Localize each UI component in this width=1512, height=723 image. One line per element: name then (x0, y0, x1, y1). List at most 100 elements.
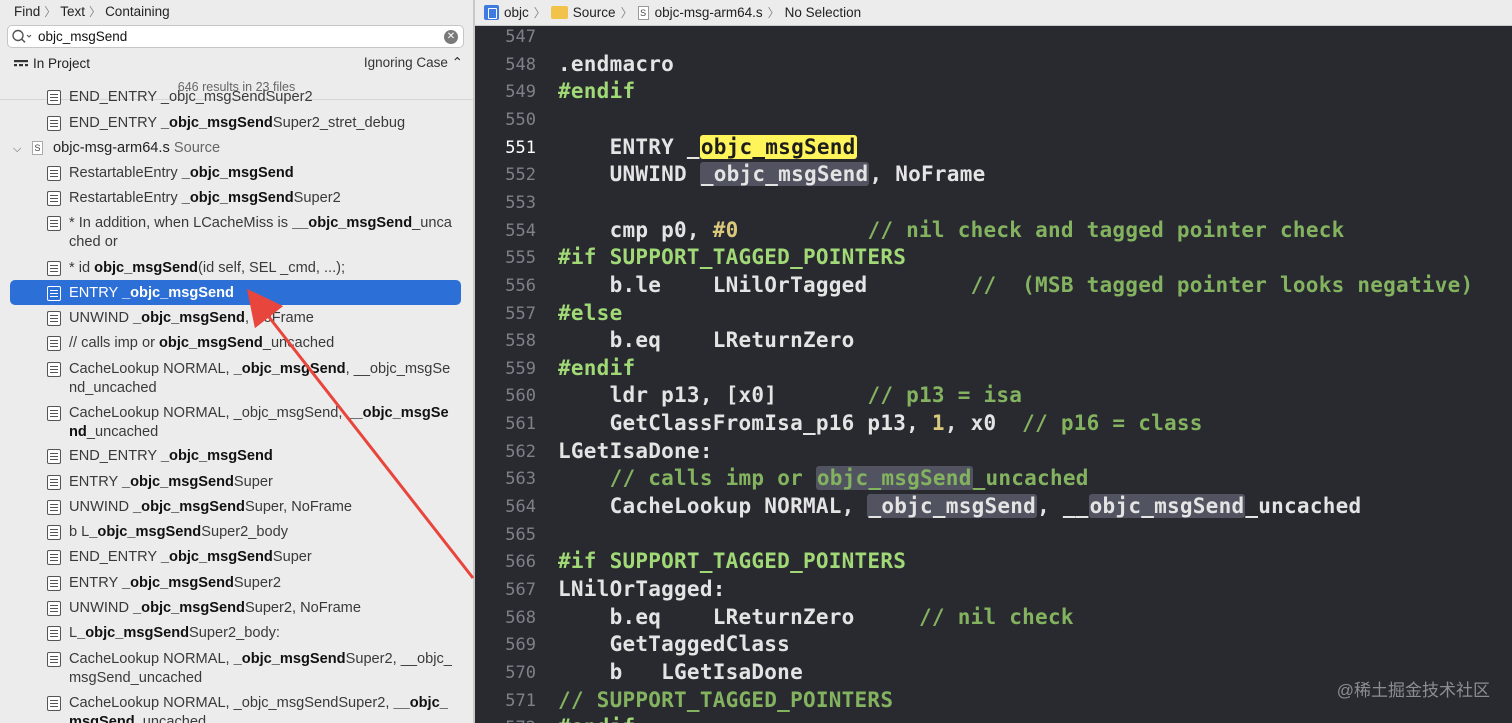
code-line[interactable]: // SUPPORT_TAGGED_POINTERS (558, 688, 893, 712)
code-line[interactable]: // calls imp or objc_msgSend_uncached (558, 466, 1089, 491)
line-icon (47, 286, 61, 301)
line-number: 560 (505, 386, 536, 407)
result-text: // calls imp or objc_msgSend_uncached (69, 335, 335, 351)
code-line[interactable]: ldr p13, [x0] // p13 = isa (558, 383, 1022, 407)
code-line[interactable]: #if SUPPORT_TAGGED_POINTERS (558, 549, 906, 573)
search-scope-bar: In Project Ignoring Case ⌃ (0, 52, 473, 74)
code-line[interactable]: GetClassFromIsa_p16 p13, 1, x0 // p16 = … (558, 411, 1203, 435)
code-line[interactable]: b LGetIsaDone (558, 660, 803, 684)
result-text: END_ENTRY _objc_msgSendSuper2 (69, 89, 313, 105)
disclosure-chevron-icon[interactable]: ⌵ (13, 140, 21, 159)
result-text: END_ENTRY _objc_msgSendSuper (69, 549, 312, 565)
line-number: 556 (505, 275, 536, 296)
line-icon (47, 216, 61, 231)
code-line[interactable]: .endmacro (558, 52, 674, 76)
find-mode-breadcrumb[interactable]: Find 〉 Text 〉 Containing (0, 0, 473, 22)
result-text: CacheLookup NORMAL, _objc_msgSend, __obj… (69, 405, 449, 440)
line-number: 565 (505, 524, 536, 545)
line-icon (47, 116, 61, 131)
scope-in-project[interactable]: In Project (33, 56, 90, 71)
code-line[interactable]: #else (558, 301, 622, 325)
line-icon (47, 550, 61, 565)
result-text: RestartableEntry _objc_msgSend (69, 165, 294, 181)
line-number: 572 (475, 718, 536, 723)
code-line[interactable]: #endif (558, 715, 635, 723)
code-line[interactable]: GetTaggedClass (558, 632, 790, 656)
breadcrumb-containing[interactable]: Containing (105, 4, 170, 19)
source-file-icon: S (32, 141, 43, 155)
line-icon (47, 475, 61, 490)
code-line[interactable]: b.eq LReturnZero (558, 328, 855, 352)
line-number: 563 (505, 469, 536, 490)
result-text: b L_objc_msgSendSuper2_body (69, 524, 289, 540)
breadcrumb-find[interactable]: Find (14, 4, 40, 19)
line-icon (47, 500, 61, 515)
code-line[interactable]: UNWIND _objc_msgSend, NoFrame (558, 162, 986, 187)
code-line[interactable]: b.eq LReturnZero // nil check (558, 605, 1074, 629)
line-icon (47, 362, 61, 377)
line-icon (47, 696, 61, 711)
line-number: 569 (505, 635, 536, 656)
scope-icon (14, 58, 28, 68)
line-icon (47, 626, 61, 641)
line-number: 549 (505, 82, 536, 103)
line-number: 568 (505, 607, 536, 628)
line-icon (47, 576, 61, 591)
line-icon (47, 449, 61, 464)
case-sensitivity-popup[interactable]: Ignoring Case ⌃ (364, 55, 463, 71)
chevron-right-icon: 〉 (533, 6, 546, 20)
breadcrumb-text[interactable]: Text (60, 4, 85, 19)
line-number: 550 (505, 109, 536, 130)
clear-search-icon[interactable]: ✕ (444, 29, 458, 44)
line-icon (47, 601, 61, 616)
folder-icon (550, 6, 568, 19)
result-text: CacheLookup NORMAL, _objc_msgSendSuper2,… (69, 695, 448, 723)
line-number: 571 (505, 690, 536, 711)
result-text: ENTRY _objc_msgSend (69, 285, 234, 301)
search-field[interactable]: ✕ (7, 25, 464, 48)
chevron-right-icon: 〉 (44, 4, 57, 19)
line-number: 567 (505, 580, 536, 600)
search-input[interactable] (34, 26, 444, 47)
result-text: UNWIND _objc_msgSendSuper2, NoFrame (69, 600, 361, 616)
jumpbar-file[interactable]: objc-msg-arm64.s (655, 5, 763, 20)
result-text: END_ENTRY _objc_msgSendSuper2_stret_debu… (69, 115, 406, 131)
line-number: 548 (505, 54, 536, 75)
line-number: 570 (505, 662, 536, 683)
code-line[interactable]: b.le LNilOrTagged // (MSB tagged pointer… (558, 273, 1474, 297)
result-text: CacheLookup NORMAL, _objc_msgSendSuper2,… (69, 651, 452, 686)
jumpbar-project[interactable]: objc (504, 5, 529, 20)
code-line[interactable]: CacheLookup NORMAL, _objc_msgSend, __obj… (558, 494, 1361, 519)
code-line[interactable]: cmp p0, #0 // nil check and tagged point… (558, 218, 1345, 242)
code-line[interactable]: LNilOrTagged: (558, 577, 726, 601)
jumpbar-selection[interactable]: No Selection (785, 5, 862, 20)
line-number: 552 (505, 165, 536, 186)
line-number: 562 (505, 441, 536, 462)
search-icon[interactable] (8, 26, 34, 47)
project-icon (484, 5, 499, 20)
source-file-icon: S (637, 5, 649, 20)
result-text: * In addition, when LCacheMiss is __objc… (69, 215, 452, 250)
line-icon (47, 336, 61, 351)
file-name: objc-msg-arm64.s Source (53, 140, 221, 156)
line-number: 566 (505, 552, 536, 573)
find-navigator: Find 〉 Text 〉 Containing ✕ In Project Ig… (0, 0, 473, 723)
line-number: 553 (505, 192, 536, 213)
watermark: @稀土掘金技术社区 (1336, 681, 1490, 700)
line-number: 555 (505, 248, 536, 269)
code-line[interactable]: #if SUPPORT_TAGGED_POINTERS (558, 245, 906, 269)
code-line[interactable]: ENTRY _objc_msgSend (558, 134, 857, 159)
code-line[interactable]: #endif (558, 356, 635, 380)
result-text: ENTRY _objc_msgSendSuper (69, 474, 273, 490)
result-text: END_ENTRY _objc_msgSend (69, 448, 273, 464)
code-line[interactable]: LGetIsaDone: (558, 439, 713, 463)
line-icon (47, 191, 61, 206)
code-line[interactable]: #endif (558, 79, 635, 103)
line-icon (47, 406, 61, 421)
line-number: 564 (505, 497, 536, 518)
line-icon (47, 525, 61, 540)
jumpbar-folder[interactable]: Source (573, 5, 616, 20)
line-number: 551 (505, 137, 536, 158)
source-editor[interactable]: 547 548 .endmacro 549 #endif 550 551 ENTRY _ob… (475, 27, 1512, 723)
line-icon (47, 652, 61, 667)
